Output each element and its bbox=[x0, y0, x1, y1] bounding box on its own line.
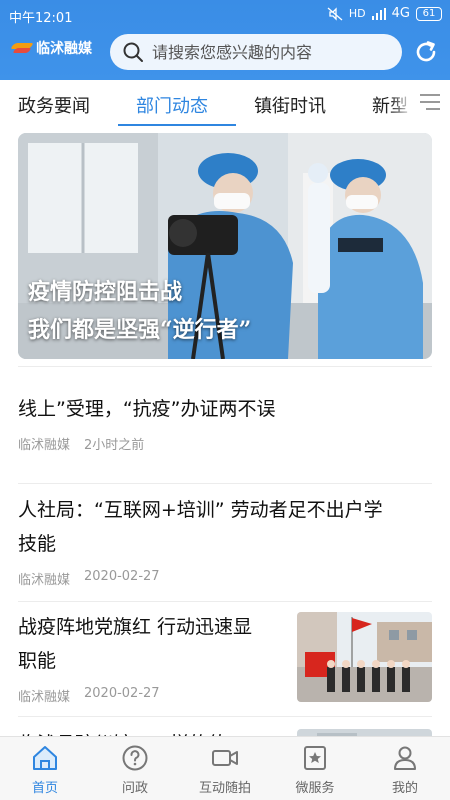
search-icon bbox=[123, 42, 143, 62]
banner-caption-line1: 疫情防控阻击战 bbox=[28, 279, 183, 305]
banner-image[interactable]: 疫情防控阻击战 我们都是坚强“逆行者” bbox=[18, 133, 432, 359]
news-item[interactable]: 人社局：“互联网+培训” 劳动者足不出户学 技能 临沭融媒 2020-02-27 bbox=[18, 493, 432, 588]
banner-caption-line2: 我们都是坚强“逆行者” bbox=[28, 317, 252, 343]
bottom-navigation: 首页 问政 互动随拍 微服务 我的 bbox=[0, 736, 450, 800]
app-screen: 中午12:01 HD 4G 61 临沭融媒 政务要闻 部门动态 镇街时讯 bbox=[0, 0, 450, 800]
logo-mark-icon bbox=[10, 41, 34, 55]
nav-ask[interactable]: 问政 bbox=[90, 743, 180, 796]
mute-icon bbox=[327, 6, 343, 21]
nav-micro-service[interactable]: 微服务 bbox=[270, 743, 360, 796]
news-time: 2020-02-27 bbox=[84, 569, 160, 584]
refresh-icon[interactable] bbox=[412, 38, 440, 66]
news-title: 线上”受理，“抗疫”办证两不误 bbox=[18, 398, 276, 420]
signal-icon bbox=[371, 7, 386, 20]
news-item[interactable]: 战疫阵地党旗红 行动迅速显 职能 临沭融媒 2020-02-27 bbox=[18, 610, 288, 705]
hd-label: HD bbox=[348, 7, 366, 20]
news-source: 临沭融媒 bbox=[18, 573, 71, 588]
active-tab-indicator bbox=[118, 124, 236, 126]
header: 中午12:01 HD 4G 61 临沭融媒 bbox=[0, 0, 450, 80]
user-icon bbox=[394, 746, 416, 770]
status-icons: HD 4G 61 bbox=[327, 6, 442, 21]
nav-interactive-label: 互动随拍 bbox=[198, 781, 251, 796]
news-title-line2: 职能 bbox=[18, 650, 57, 672]
divider bbox=[18, 483, 432, 484]
search-row: 临沭融媒 bbox=[0, 30, 450, 75]
news-title-line1: 战疫阵地党旗红 行动迅速显 bbox=[18, 616, 253, 638]
news-thumbnail[interactable] bbox=[297, 612, 432, 702]
home-icon bbox=[33, 746, 57, 770]
banner-caption: 疫情防控阻击战 我们都是坚强“逆行者” bbox=[28, 273, 251, 349]
video-camera-icon bbox=[212, 750, 238, 766]
logo-text: 临沭融媒 bbox=[36, 41, 92, 57]
status-time: 中午12:01 bbox=[9, 11, 73, 26]
network-type: 4G bbox=[391, 6, 410, 21]
category-tabs: 政务要闻 部门动态 镇街时讯 新型 bbox=[0, 80, 450, 128]
nav-ask-label: 问政 bbox=[121, 781, 148, 796]
news-title-line2: 技能 bbox=[18, 533, 57, 555]
news-source: 临沭融媒 bbox=[18, 690, 71, 705]
tab-department-news[interactable]: 部门动态 bbox=[136, 92, 208, 118]
search-input[interactable] bbox=[152, 42, 392, 62]
tab-government-news[interactable]: 政务要闻 bbox=[18, 92, 90, 118]
nav-mine[interactable]: 我的 bbox=[360, 743, 450, 796]
news-meta: 临沭融媒 2020-02-27 bbox=[18, 686, 288, 705]
news-time: 2小时之前 bbox=[84, 438, 145, 453]
news-thumbnail-photo bbox=[297, 612, 432, 702]
nav-home[interactable]: 首页 bbox=[0, 743, 90, 796]
tab-town-news[interactable]: 镇街时讯 bbox=[254, 92, 326, 118]
news-title-line1: 人社局：“互联网+培训” 劳动者足不出户学 bbox=[18, 499, 383, 521]
nav-mine-label: 我的 bbox=[391, 781, 418, 796]
divider bbox=[18, 601, 432, 602]
news-source: 临沭融媒 bbox=[18, 438, 71, 453]
question-icon bbox=[122, 745, 148, 771]
nav-interactive[interactable]: 互动随拍 bbox=[180, 743, 270, 796]
menu-icon[interactable] bbox=[418, 92, 442, 112]
news-time: 2020-02-27 bbox=[84, 686, 160, 701]
nav-micro-service-label: 微服务 bbox=[295, 781, 335, 796]
search-bar[interactable] bbox=[110, 34, 402, 70]
battery-icon: 61 bbox=[416, 6, 442, 21]
news-item[interactable]: 线上”受理，“抗疫”办证两不误 临沭融媒 2小时之前 bbox=[18, 392, 432, 453]
news-meta: 临沭融媒 2020-02-27 bbox=[18, 569, 432, 588]
app-logo: 临沭融媒 bbox=[10, 38, 92, 58]
nav-home-label: 首页 bbox=[31, 781, 58, 796]
status-bar: 中午12:01 HD 4G 61 bbox=[0, 0, 450, 30]
news-meta: 临沭融媒 2小时之前 bbox=[18, 434, 432, 453]
divider bbox=[18, 716, 432, 717]
divider bbox=[18, 366, 432, 367]
star-bookmark-icon bbox=[304, 746, 326, 770]
